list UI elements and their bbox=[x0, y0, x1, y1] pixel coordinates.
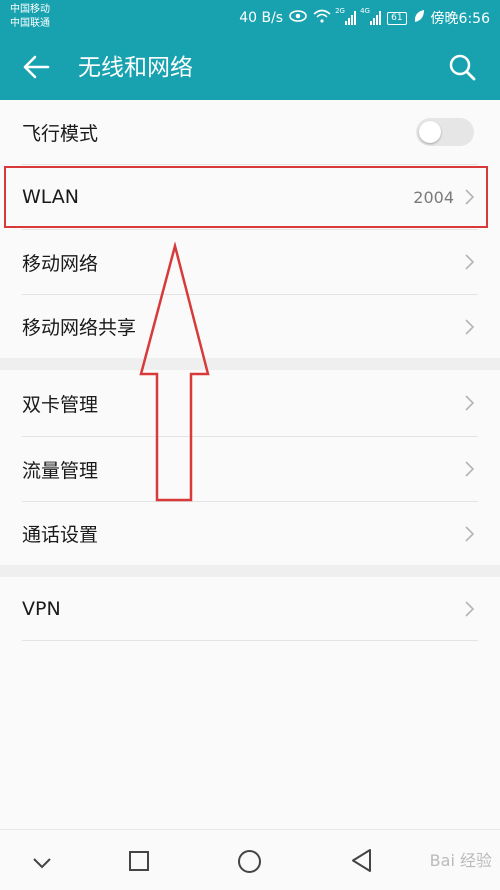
setting-call-settings[interactable]: 通话设置 bbox=[0, 502, 500, 565]
wlan-label: WLAN bbox=[22, 186, 80, 208]
clock: 傍晚6:56 bbox=[430, 11, 490, 27]
setting-airplane-mode[interactable]: 飞行模式 bbox=[0, 100, 500, 164]
signal-2-type: 4G bbox=[360, 7, 370, 15]
setting-hotspot[interactable]: 移动网络共享 bbox=[0, 295, 500, 358]
back-arrow-icon[interactable] bbox=[22, 54, 50, 84]
chevron-right-icon bbox=[465, 254, 475, 274]
back-triangle-icon[interactable] bbox=[350, 848, 372, 877]
chevron-right-icon bbox=[465, 189, 475, 209]
carrier-2: 中国联通 bbox=[10, 18, 50, 29]
battery-level: 61 bbox=[391, 12, 403, 23]
setting-mobile-network[interactable]: 移动网络 bbox=[0, 230, 500, 294]
wifi-icon bbox=[313, 9, 331, 27]
signal-1-icon: 2G bbox=[335, 7, 357, 25]
search-icon[interactable] bbox=[448, 53, 476, 85]
setting-vpn[interactable]: VPN bbox=[0, 577, 500, 640]
setting-data-usage[interactable]: 流量管理 bbox=[0, 437, 500, 501]
chevron-right-icon bbox=[465, 395, 475, 415]
divider bbox=[22, 640, 478, 641]
hotspot-label: 移动网络共享 bbox=[22, 317, 137, 339]
carrier-1: 中国移动 bbox=[10, 4, 50, 15]
watermark: Bai 经验 bbox=[429, 851, 492, 870]
signal-1-type: 2G bbox=[335, 7, 345, 15]
chevron-right-icon bbox=[465, 318, 475, 339]
chevron-right-icon bbox=[465, 525, 475, 546]
status-bar: 中国移动 中国联通 40 B/s 2G 4G 61 傍晚6:56 bbox=[0, 0, 500, 36]
toggle-knob bbox=[419, 121, 441, 143]
eye-comfort-icon bbox=[289, 10, 307, 26]
battery-icon: 61 bbox=[387, 11, 407, 25]
wlan-value: 2004 bbox=[413, 187, 454, 207]
setting-wlan[interactable]: WLAN 2004 bbox=[0, 165, 500, 229]
data-usage-label: 流量管理 bbox=[22, 459, 99, 482]
hide-navbar-chevron-down-icon[interactable] bbox=[32, 854, 52, 873]
home-circle-icon[interactable] bbox=[237, 849, 262, 878]
section-gap bbox=[0, 565, 500, 577]
navigation-bar bbox=[0, 829, 500, 890]
setting-dual-sim[interactable]: 双卡管理 bbox=[0, 370, 500, 436]
chevron-right-icon bbox=[465, 461, 475, 481]
app-bar: 无线和网络 bbox=[0, 36, 500, 100]
leaf-icon bbox=[413, 9, 425, 27]
call-settings-label: 通话设置 bbox=[22, 524, 99, 546]
mobile-network-label: 移动网络 bbox=[22, 252, 99, 275]
signal-2-icon: 4G bbox=[360, 7, 382, 25]
dual-sim-label: 双卡管理 bbox=[22, 393, 99, 416]
airplane-mode-label: 飞行模式 bbox=[22, 122, 99, 145]
carrier-names: 中国移动 中国联通 bbox=[10, 3, 50, 31]
network-speed: 40 B/s bbox=[239, 10, 284, 26]
airplane-mode-toggle[interactable] bbox=[416, 118, 474, 146]
section-gap bbox=[0, 358, 500, 370]
annotation-arrow-up-icon bbox=[139, 242, 210, 502]
chevron-right-icon bbox=[465, 600, 475, 621]
page-title: 无线和网络 bbox=[78, 55, 193, 81]
recent-apps-square-icon[interactable] bbox=[128, 850, 150, 876]
vpn-label: VPN bbox=[22, 597, 61, 620]
status-indicators: 40 B/s 2G 4G 61 傍晚6:56 bbox=[239, 7, 490, 28]
